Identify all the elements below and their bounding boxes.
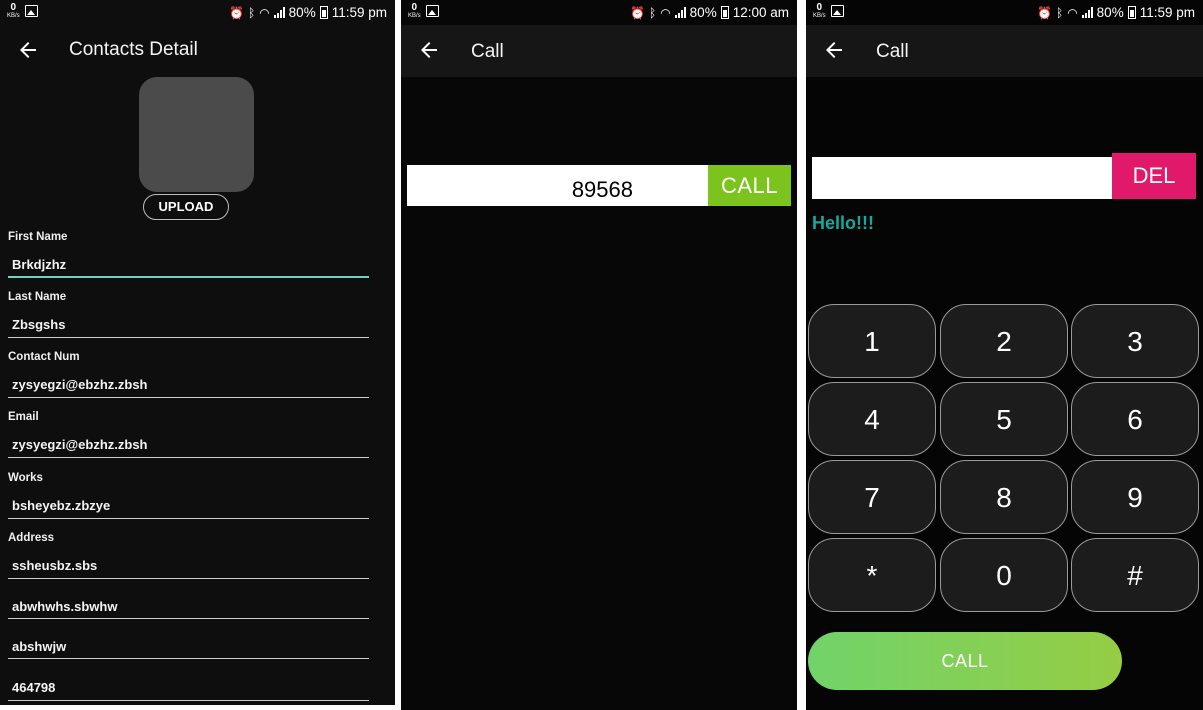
call-screen-number: 0 KB/s ⏰ ᛒ ◠ 80% 12:00 am Call 89568 CAL… [401,0,797,710]
address-line-2-underline [8,618,369,619]
dial-key-9[interactable]: 9 [1071,460,1199,534]
wifi-icon: ◠ [660,5,671,20]
app-bar: Call [401,25,797,77]
gallery-notification-icon [425,5,439,17]
alarm-icon: ⏰ [630,5,645,20]
page-title: Call [471,41,504,62]
dial-key-3[interactable]: 3 [1071,304,1199,378]
back-arrow-icon[interactable] [822,38,846,62]
network-speed: 0 KB/s [408,2,421,20]
contact-num-field[interactable]: zysyegzi@ebzhz.zbsh [12,377,369,392]
network-speed: 0 KB/s [813,2,826,20]
dial-key-4[interactable]: 4 [808,382,936,456]
first-name-label: First Name [8,231,68,243]
battery-icon [720,6,729,19]
gallery-notification-icon [24,5,38,17]
call-button[interactable]: CALL [708,165,791,206]
last-name-underline [8,337,369,338]
address-line-4-field[interactable]: 464798 [12,680,369,695]
clock: 11:59 pm [1139,5,1195,20]
battery-icon [1127,6,1136,19]
gallery-notification-icon [830,5,844,17]
dial-key-1[interactable]: 1 [808,304,936,378]
address-line-3-underline [8,658,369,659]
dial-key-7[interactable]: 7 [808,460,936,534]
clock: 11:59 pm [331,5,387,20]
page-title: Call [876,41,909,62]
status-bar: 0 KB/s ⏰ ᛒ ◠ 80% 12:00 am [401,0,797,25]
address-field[interactable]: ssheusbz.sbs [12,558,369,573]
alarm-icon: ⏰ [229,5,244,20]
dial-key-hash[interactable]: # [1071,538,1199,612]
address-line-4-underline [8,700,369,701]
dial-key-8[interactable]: 8 [940,460,1068,534]
dial-key-5[interactable]: 5 [940,382,1068,456]
wifi-icon: ◠ [259,5,270,20]
upload-button[interactable]: UPLOAD [143,194,229,220]
bluetooth-icon: ᛒ [648,5,657,20]
delete-button[interactable]: DEL [1112,153,1196,199]
alarm-icon: ⏰ [1037,5,1052,20]
signal-icon [674,7,686,18]
address-line-2-field[interactable]: abwhwhs.sbwhw [12,599,369,614]
dial-key-0[interactable]: 0 [940,538,1068,612]
status-message: Hello!!! [812,213,874,233]
address-line-3-field[interactable]: abshwjw [12,639,369,654]
contact-num-underline [8,397,369,398]
battery-percent: 80% [689,5,717,20]
works-label: Works [8,472,43,484]
works-underline [8,518,369,519]
first-name-underline [8,276,369,278]
address-label: Address [8,532,55,544]
network-speed: 0 KB/s [7,2,20,20]
phone-number-value: 89568 [571,177,633,202]
app-bar: Call [806,25,1203,77]
status-bar: 0 KB/s ⏰ ᛒ ◠ 80% 11:59 pm [0,0,395,25]
battery-percent: 80% [288,5,316,20]
last-name-field[interactable]: Zbsgshs [12,317,369,332]
first-name-field[interactable]: Brkdjzhz [12,257,369,272]
contacts-detail-screen: 0 KB/s ⏰ ᛒ ◠ 80% 11:59 pm Contacts Detai… [0,0,395,705]
phone-number-input[interactable]: 89568 [407,165,708,206]
status-bar: 0 KB/s ⏰ ᛒ ◠ 80% 11:59 pm [806,0,1203,25]
email-field[interactable]: zysyegzi@ebzhz.zbsh [12,437,369,452]
dial-key-6[interactable]: 6 [1071,382,1199,456]
works-field[interactable]: bsheyebz.zbzye [12,498,369,513]
signal-icon [1081,7,1093,18]
clock: 12:00 am [732,5,789,20]
call-screen-dialpad: 0 KB/s ⏰ ᛒ ◠ 80% 11:59 pm Call DEL Hello… [806,0,1203,710]
battery-icon [319,6,328,19]
avatar-placeholder[interactable] [139,77,254,192]
bluetooth-icon: ᛒ [1055,5,1064,20]
email-label: Email [8,411,39,423]
call-button[interactable]: CALL [808,632,1122,690]
battery-percent: 80% [1096,5,1124,20]
page-title: Contacts Detail [69,39,198,60]
back-arrow-icon[interactable] [417,38,441,62]
contact-num-label: Contact Num [8,351,80,363]
app-bar: Contacts Detail [0,25,395,75]
wifi-icon: ◠ [1067,5,1078,20]
dial-key-star[interactable]: * [808,538,936,612]
address-underline [8,578,369,579]
signal-icon [273,7,285,18]
email-underline [8,457,369,458]
back-arrow-icon[interactable] [16,38,40,62]
last-name-label: Last Name [8,291,67,303]
dial-input[interactable] [812,157,1112,199]
dial-key-2[interactable]: 2 [940,304,1068,378]
bluetooth-icon: ᛒ [247,5,256,20]
